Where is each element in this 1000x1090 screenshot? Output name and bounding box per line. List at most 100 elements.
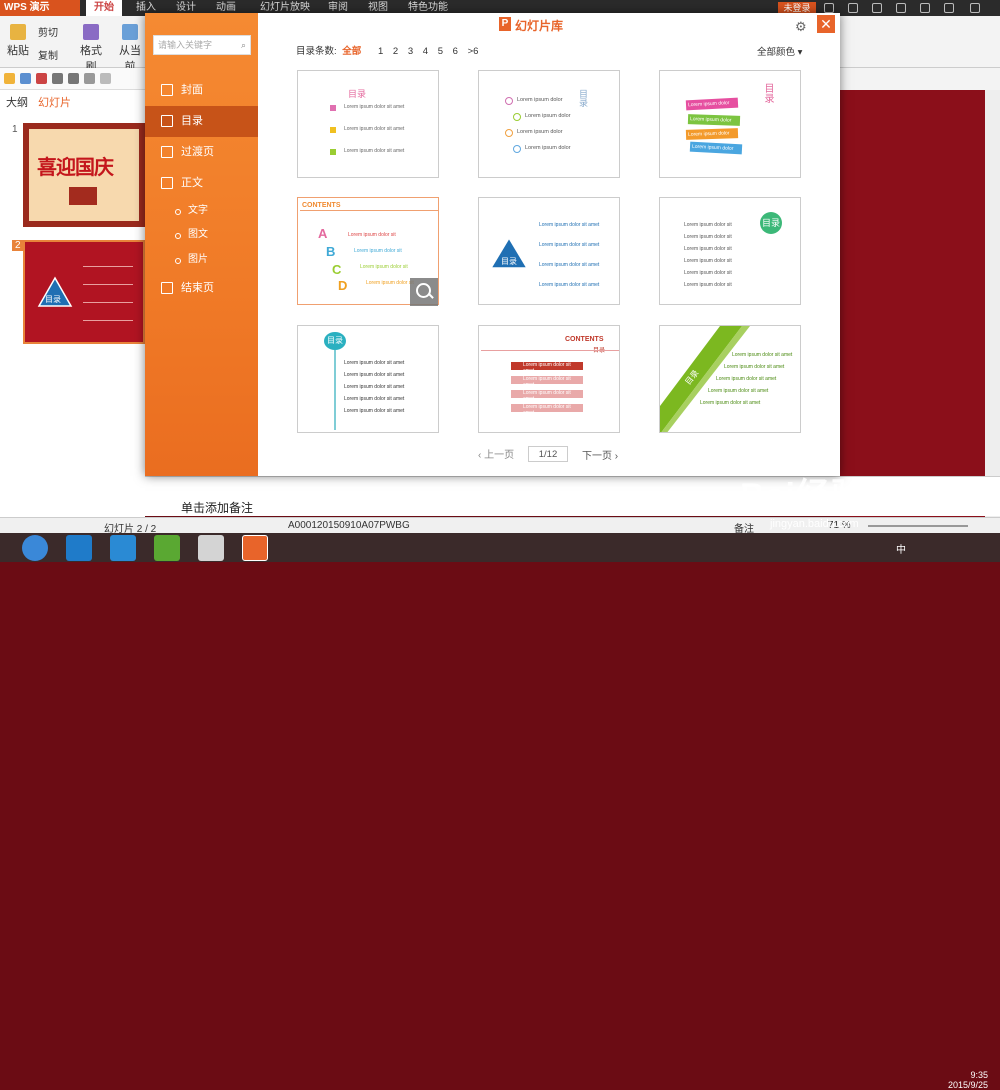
close-window-icon[interactable] bbox=[970, 3, 980, 13]
tab-slides[interactable]: 幻灯片 bbox=[38, 94, 71, 110]
filter-6[interactable]: 6 bbox=[453, 46, 458, 57]
skin-icon[interactable] bbox=[824, 3, 834, 13]
brush-icon bbox=[83, 24, 99, 40]
from-current-button[interactable]: 从当前 bbox=[114, 16, 146, 73]
filter-label: 目录条数: bbox=[296, 46, 337, 57]
user-icon[interactable] bbox=[848, 3, 858, 13]
ie-icon[interactable] bbox=[66, 535, 92, 561]
page-number-input[interactable]: 1/12 bbox=[528, 446, 568, 462]
ime-indicator[interactable]: 中 bbox=[896, 541, 906, 556]
template-card-1[interactable]: 目录 Lorem ipsum dolor sit amet Lorem ipsu… bbox=[297, 70, 439, 178]
subcategory-image-text[interactable]: 图文 bbox=[145, 223, 258, 247]
save-icon[interactable] bbox=[20, 73, 31, 84]
filter-5[interactable]: 5 bbox=[438, 46, 443, 57]
item-count-filter: 目录条数: 全部 1 2 3 4 5 6 >6 bbox=[296, 43, 478, 57]
slide-thumbnail-2[interactable]: 目录 bbox=[23, 240, 145, 344]
template-card-9[interactable]: 目录 Lorem ipsum dolor sit amet Lorem ipsu… bbox=[659, 325, 801, 433]
filter-more[interactable]: >6 bbox=[468, 46, 479, 57]
template-title: 目录 bbox=[348, 89, 367, 99]
preview-icon[interactable] bbox=[68, 73, 79, 84]
slide-thumbnail-1[interactable]: 喜迎国庆 bbox=[23, 123, 145, 227]
tab-outline[interactable]: 大纲 bbox=[6, 94, 28, 110]
filter-3[interactable]: 3 bbox=[408, 46, 413, 57]
template-text: Lorem ipsum dolor bbox=[525, 145, 571, 151]
cut-button[interactable]: 剪切 bbox=[38, 24, 78, 40]
shirt-icon[interactable] bbox=[872, 3, 882, 13]
filter-4[interactable]: 4 bbox=[423, 46, 428, 57]
subcategory-image[interactable]: 图片 bbox=[145, 248, 258, 272]
app-icon[interactable] bbox=[198, 535, 224, 561]
maximize-icon[interactable] bbox=[944, 3, 954, 13]
template-card-8[interactable]: CONTENTS 目录 Lorem ipsum dolor sit amet L… bbox=[478, 325, 620, 433]
body-icon bbox=[161, 177, 173, 189]
template-text: Lorem ipsum dolor sit amet bbox=[344, 104, 405, 110]
prev-page-button[interactable]: ‹ 上一页 bbox=[478, 446, 514, 461]
filter-all[interactable]: 全部 bbox=[342, 46, 361, 57]
minimize-icon[interactable] bbox=[920, 3, 930, 13]
category-cover[interactable]: 封面 bbox=[145, 75, 258, 106]
template-text: Lorem ipsum dolor sit amet bbox=[344, 408, 405, 414]
template-card-5[interactable]: 目录 Lorem ipsum dolor sit amet Lorem ipsu… bbox=[478, 197, 620, 305]
category-end[interactable]: 结束页 bbox=[145, 273, 258, 304]
category-transition[interactable]: 过渡页 bbox=[145, 137, 258, 168]
bullet bbox=[505, 97, 513, 105]
template-card-6[interactable]: 目录 Lorem ipsum dolor sit Lorem ipsum dol… bbox=[659, 197, 801, 305]
template-text: Lorem ipsum dolor bbox=[517, 129, 563, 135]
search-icon[interactable]: ⌕ bbox=[241, 36, 246, 54]
utorrent-icon[interactable] bbox=[154, 535, 180, 561]
slide-canvas bbox=[840, 90, 985, 517]
app-menu-button[interactable]: WPS 演示 bbox=[0, 0, 80, 16]
filter-2[interactable]: 2 bbox=[393, 46, 398, 57]
vertical-scrollbar[interactable] bbox=[985, 90, 1000, 517]
template-card-7[interactable]: 目录 Lorem ipsum dolor sit amet Lorem ipsu… bbox=[297, 325, 439, 433]
gear-icon[interactable]: ⚙ bbox=[795, 19, 807, 35]
chevron-right-icon: › bbox=[612, 451, 619, 462]
help-icon[interactable] bbox=[896, 3, 906, 13]
paste-button[interactable]: 粘贴 bbox=[4, 16, 32, 68]
copy-button[interactable]: 复制 bbox=[38, 47, 78, 63]
notes-area[interactable]: 单击添加备注 bbox=[145, 476, 1000, 516]
template-text: Lorem ipsum dolor bbox=[689, 141, 743, 155]
pdf-icon[interactable] bbox=[36, 73, 47, 84]
bullet bbox=[513, 145, 521, 153]
undo-icon[interactable] bbox=[84, 73, 95, 84]
zoom-slider[interactable] bbox=[868, 525, 968, 527]
browser-icon[interactable] bbox=[110, 535, 136, 561]
tab-home[interactable]: 开始 bbox=[86, 0, 122, 16]
category-toc[interactable]: 目录 bbox=[145, 106, 258, 137]
template-text: Lorem ipsum dolor bbox=[685, 97, 739, 111]
slide-title: 喜迎国庆 bbox=[37, 157, 114, 179]
subcategory-text[interactable]: 文字 bbox=[145, 199, 258, 223]
open-icon[interactable] bbox=[4, 73, 15, 84]
filter-1[interactable]: 1 bbox=[378, 46, 383, 57]
template-text: Lorem ipsum dolor sit amet bbox=[732, 352, 793, 358]
search-input[interactable]: 请输入关键字 ⌕ bbox=[153, 35, 251, 55]
bullet bbox=[513, 113, 521, 121]
start-icon[interactable] bbox=[22, 535, 48, 561]
template-text: Lorem ipsum dolor sit amet bbox=[700, 400, 761, 406]
template-title: 目录 bbox=[760, 212, 782, 234]
gate-image bbox=[69, 187, 97, 205]
print-icon[interactable] bbox=[52, 73, 63, 84]
zoom-preview-icon[interactable] bbox=[410, 278, 438, 306]
wps-logo-icon: P bbox=[499, 17, 511, 31]
bullet bbox=[330, 127, 336, 133]
wps-icon[interactable] bbox=[242, 535, 268, 561]
close-icon[interactable]: ✕ bbox=[817, 15, 835, 33]
template-text: Lorem ipsum dolor sit bbox=[354, 248, 402, 254]
category-body[interactable]: 正文 bbox=[145, 168, 258, 199]
clock[interactable]: 9:35 2015/9/25 bbox=[948, 1070, 988, 1090]
divider bbox=[300, 210, 438, 211]
template-card-3[interactable]: 目录 Lorem ipsum dolor Lorem ipsum dolor L… bbox=[659, 70, 801, 178]
notes-placeholder: 单击添加备注 bbox=[181, 501, 254, 515]
transition-icon bbox=[161, 146, 173, 158]
format-painter-button[interactable]: 格式刷 bbox=[76, 16, 106, 73]
template-card-2[interactable]: 目录 Lorem ipsum dolor Lorem ipsum dolor L… bbox=[478, 70, 620, 178]
template-text: Lorem ipsum dolor sit bbox=[684, 258, 732, 264]
text-line bbox=[83, 266, 133, 267]
color-filter-dropdown[interactable]: 全部颜色 ▾ bbox=[757, 44, 802, 58]
slide-library-dialog: 请输入关键字 ⌕ 封面 目录 过渡页 正文 文字 图文 图片 结束页 P 幻灯片… bbox=[145, 13, 840, 476]
next-page-button[interactable]: 下一页 › bbox=[582, 447, 618, 462]
watermark-url: jingyan.baidu.com bbox=[770, 518, 859, 530]
redo-icon[interactable] bbox=[100, 73, 111, 84]
